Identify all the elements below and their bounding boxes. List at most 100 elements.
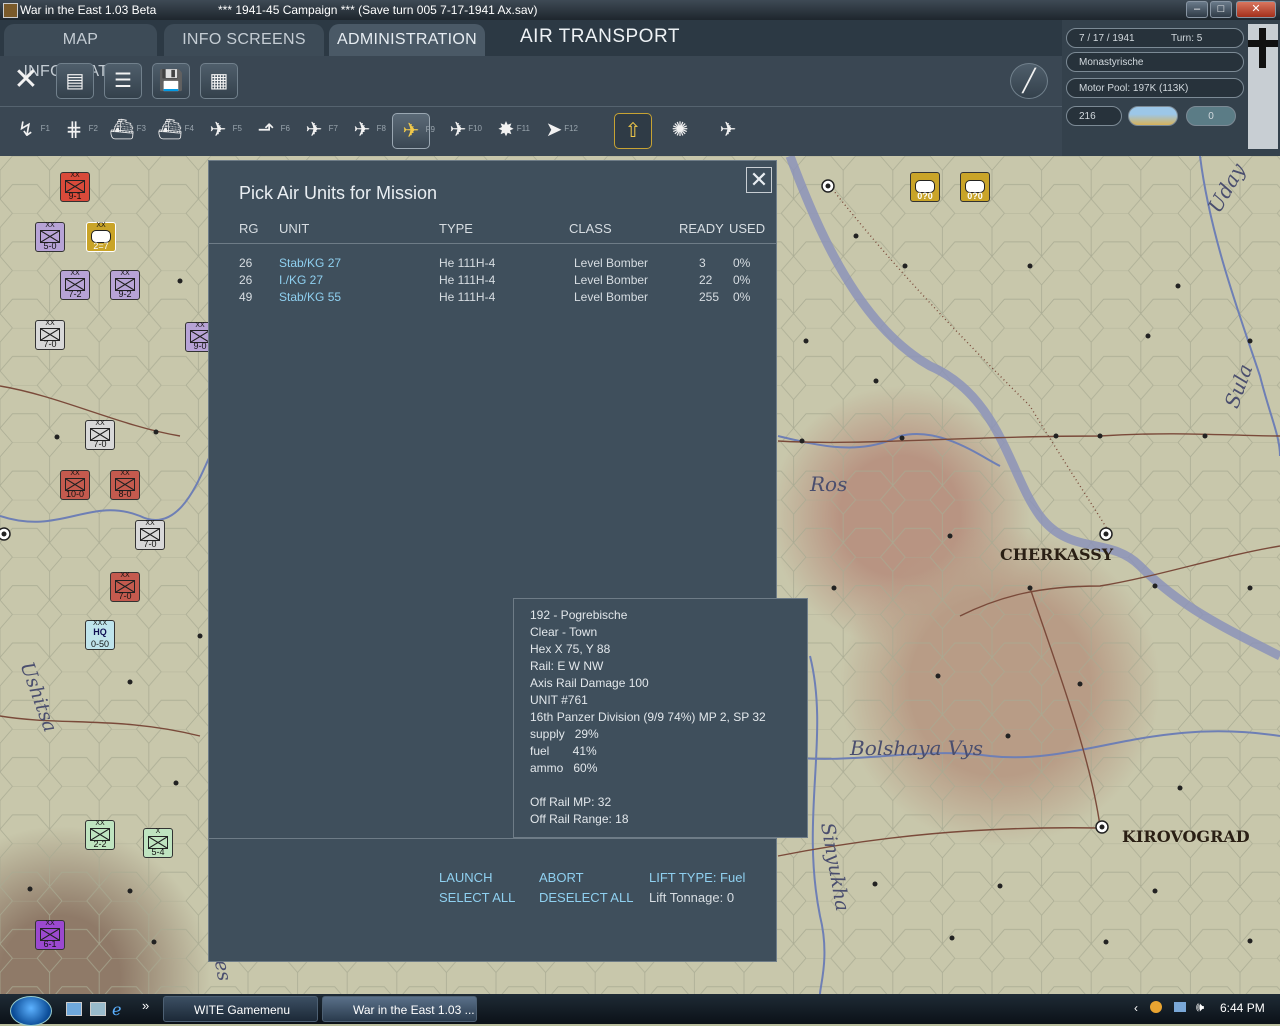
air-transfer-icon[interactable]: ⬏ F6 bbox=[248, 113, 290, 147]
air-strike-icon[interactable]: ✈ F10 bbox=[440, 113, 482, 147]
select-all-button[interactable]: SELECT ALL bbox=[439, 890, 515, 905]
unit-counter[interactable]: XX 7-2 bbox=[60, 270, 90, 300]
hex-info-line bbox=[530, 777, 807, 794]
table-row[interactable]: 49 Stab/KG 55 He 111H-4 Level Bomber 255… bbox=[209, 290, 776, 307]
lift-type-selector[interactable]: LIFT TYPE: Fuel bbox=[649, 870, 745, 885]
column-header-rg: RG bbox=[239, 221, 259, 236]
location-name: Monastyrische bbox=[1066, 52, 1244, 72]
unit-list-button[interactable]: ▤ bbox=[56, 63, 94, 99]
tab-info-screens[interactable]: INFO SCREENS bbox=[164, 24, 324, 56]
switch-windows-icon[interactable] bbox=[90, 1002, 106, 1016]
hex-info-line: fuel 41% bbox=[530, 744, 597, 758]
weather-icon[interactable] bbox=[1128, 106, 1178, 126]
pick-air-units-dialog: Pick Air Units for Mission ✕ RG UNIT TYP… bbox=[208, 160, 777, 962]
motor-pool: Motor Pool: 197K (113K) bbox=[1066, 78, 1244, 98]
lift-tonnage: Lift Tonnage: 0 bbox=[649, 890, 735, 905]
hq-counter[interactable]: XXX HQ 0-50 bbox=[85, 620, 115, 650]
deselect-all-button[interactable]: DESELECT ALL bbox=[539, 890, 633, 905]
tab-administration[interactable]: ADMINISTRATION bbox=[329, 24, 485, 56]
app-icon bbox=[3, 3, 18, 18]
start-button[interactable] bbox=[10, 996, 52, 1026]
unit-counter[interactable]: XX 6-1 bbox=[35, 920, 65, 950]
clock: 6:44 PM bbox=[1220, 1001, 1265, 1015]
air-transport-icon[interactable]: ✈ F9 bbox=[392, 113, 435, 149]
unit-counter[interactable]: XX 7-0 bbox=[85, 420, 115, 450]
dialog-title: Pick Air Units for Mission bbox=[239, 183, 438, 203]
hex-info-line: UNIT #761 bbox=[530, 693, 588, 707]
naval-transport-icon[interactable]: ⛴ F4 bbox=[152, 113, 194, 147]
air-bombing-icon[interactable]: ✈ F8 bbox=[344, 113, 386, 147]
turn-number: Turn: 5 bbox=[1171, 33, 1203, 44]
window-titlebar: War in the East 1.03 Beta *** 1941-45 Ca… bbox=[0, 0, 1280, 20]
hex-info-line: Axis Rail Damage 100 bbox=[530, 676, 649, 690]
unit-counter[interactable]: XX 7-0 bbox=[135, 520, 165, 550]
unit-counter[interactable]: XX 2-2 bbox=[85, 820, 115, 850]
save-icon[interactable]: 💾 bbox=[152, 63, 190, 99]
toolbar-row-1: ✕ ▤ ☰ 💾 ▦ ╱ bbox=[0, 56, 1062, 107]
footer-divider bbox=[209, 838, 776, 839]
volume-icon[interactable]: 🕪 bbox=[1196, 999, 1204, 1015]
unit-counter[interactable]: 0?0 bbox=[910, 172, 940, 202]
hex-info-line: supply 29% bbox=[530, 727, 599, 741]
hex-info-tooltip: 192 - Pogrebische Clear - Town Hex X 75,… bbox=[513, 598, 808, 838]
launch-button[interactable]: LAUNCH bbox=[439, 870, 492, 885]
counter-value: 216 bbox=[1066, 106, 1122, 126]
taskbar-item-gamemenu[interactable]: WITE Gamemenu bbox=[163, 996, 318, 1022]
table-row[interactable]: 26 I./KG 27 He 111H-4 Level Bomber 22 0% bbox=[209, 273, 776, 290]
unit-counter[interactable]: XX 7-0 bbox=[35, 320, 65, 350]
unit-counter[interactable]: XX 8-0 bbox=[110, 470, 140, 500]
air-interdiction-icon[interactable]: ✈ F7 bbox=[296, 113, 338, 147]
hex-info-line: ammo 60% bbox=[530, 761, 598, 775]
table-row[interactable]: 26 Stab/KG 27 He 111H-4 Level Bomber 3 0… bbox=[209, 256, 776, 273]
top-toolbar: MAP INFORMATION INFO SCREENS ADMINISTRAT… bbox=[0, 20, 1062, 156]
screen-title: AIR TRANSPORT bbox=[520, 26, 680, 47]
naval-mode-icon[interactable]: ⛴ F3 bbox=[104, 113, 146, 147]
network-icon[interactable] bbox=[1174, 1002, 1186, 1012]
unit-counter[interactable]: 0?0 bbox=[960, 172, 990, 202]
river-label-bolshaya-vys: Bolshaya Vys bbox=[850, 736, 983, 760]
hex-info-line: Hex X 75, Y 88 bbox=[530, 642, 611, 656]
rail-mode-icon[interactable]: ⋕ F2 bbox=[56, 113, 98, 147]
abort-button[interactable]: ABORT bbox=[539, 870, 584, 885]
column-header-used: USED bbox=[729, 221, 766, 236]
air-recon-icon[interactable]: ✈ F5 bbox=[200, 113, 242, 147]
date-pill: 7 / 17 / 1941 Turn: 5 bbox=[1066, 28, 1244, 48]
air-combat-icon[interactable]: ✈ bbox=[710, 113, 746, 147]
chevron-right-icon[interactable]: » bbox=[142, 998, 149, 1013]
taskbar-item-game[interactable]: War in the East 1.03 ... bbox=[322, 996, 477, 1022]
unit-counter[interactable]: XX 2=7 bbox=[86, 222, 116, 252]
unit-stack-counter[interactable]: X 5-4 bbox=[143, 828, 173, 858]
maximize-button[interactable]: □ bbox=[1210, 1, 1232, 18]
city-label-cherkassy: CHERKASSY bbox=[1000, 545, 1114, 564]
explosion-icon[interactable]: ✸ F11 bbox=[488, 113, 530, 147]
browser-icon[interactable]: ℯ bbox=[112, 1000, 121, 1020]
hex-info-line: Off Rail MP: 32 bbox=[530, 795, 612, 809]
hex-info-line: Off Rail Range: 18 bbox=[530, 812, 629, 826]
unit-counter[interactable]: XX 10-0 bbox=[60, 470, 90, 500]
toggle-value[interactable]: 0 bbox=[1186, 106, 1236, 126]
campaign-title: *** 1941-45 Campaign *** (Save turn 005 … bbox=[218, 3, 538, 17]
chevron-left-icon[interactable]: ‹ bbox=[1134, 1001, 1138, 1015]
list-button[interactable]: ☰ bbox=[104, 63, 142, 99]
unit-counter[interactable]: XX 7-0 bbox=[110, 572, 140, 602]
tray-app-icon[interactable] bbox=[1150, 1001, 1162, 1013]
pencil-button[interactable]: ╱ bbox=[1010, 63, 1048, 99]
show-desktop-icon[interactable] bbox=[66, 1002, 82, 1016]
nation-cross-icon bbox=[1248, 24, 1278, 149]
current-date: 7 / 17 / 1941 bbox=[1079, 33, 1135, 44]
up-arrow-button[interactable]: ⇧ bbox=[614, 113, 652, 149]
unit-counter[interactable]: XX 9-1 bbox=[60, 172, 90, 202]
column-header-type: TYPE bbox=[439, 221, 473, 236]
move-mode-icon[interactable]: ↯ F1 bbox=[8, 113, 50, 147]
unit-counter[interactable]: XX 9-2 bbox=[110, 270, 140, 300]
close-screen-button[interactable]: ✕ bbox=[8, 63, 44, 97]
close-window-button[interactable]: ✕ bbox=[1236, 1, 1276, 18]
river-label-ros: Ros bbox=[810, 472, 848, 496]
close-dialog-button[interactable]: ✕ bbox=[746, 167, 772, 193]
minimize-button[interactable]: – bbox=[1186, 1, 1208, 18]
grid-button[interactable]: ▦ bbox=[200, 63, 238, 99]
burst-icon[interactable]: ✺ bbox=[662, 113, 698, 147]
tab-map-information[interactable]: MAP INFORMATION bbox=[4, 24, 157, 80]
arrow-circle-icon[interactable]: ➤ F12 bbox=[536, 113, 578, 147]
unit-counter[interactable]: XX 5-0 bbox=[35, 222, 65, 252]
